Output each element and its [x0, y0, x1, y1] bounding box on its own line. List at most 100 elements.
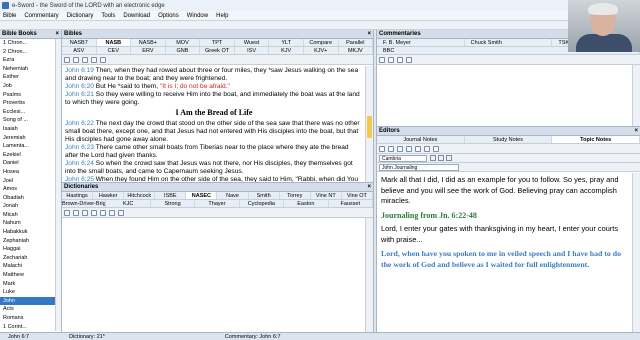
book-item[interactable]: Ezekiel	[0, 151, 61, 160]
bible-tab[interactable]: ISV	[235, 47, 270, 54]
book-item[interactable]: Haggai	[0, 245, 61, 254]
book-item[interactable]: Nehemiah	[0, 65, 61, 74]
book-item[interactable]: Jonah	[0, 202, 61, 211]
book-item[interactable]: Esther	[0, 73, 61, 82]
menu-options[interactable]: Options	[158, 13, 179, 19]
scroll-thumb[interactable]	[367, 116, 372, 138]
dictionary-tab[interactable]: Smith	[249, 192, 280, 199]
bible-text-view[interactable]: John 6:19 Then, when they had rowed abou…	[62, 66, 366, 182]
print-icon[interactable]	[73, 209, 79, 216]
undo-icon[interactable]	[406, 145, 412, 152]
dictionary-tab[interactable]: Hitchcock	[124, 192, 156, 199]
dictionary-tab[interactable]: Strong	[151, 200, 196, 207]
book-item[interactable]: 1 Chron...	[0, 39, 61, 48]
bible-tab[interactable]: NASB	[96, 39, 132, 46]
dictionary-tab[interactable]: Easton	[284, 200, 329, 207]
highlight-icon[interactable]	[82, 56, 88, 63]
book-item[interactable]: Proverbs	[0, 99, 61, 108]
dictionary-tab[interactable]: Fausset	[329, 200, 373, 207]
book-item[interactable]: Lamenta...	[0, 142, 61, 151]
bible-tab[interactable]: YLT	[269, 39, 304, 46]
book-item[interactable]: Acts	[0, 305, 61, 314]
paste-icon[interactable]	[397, 145, 403, 152]
verse[interactable]: John 6:20 But He *said to them, "It is I…	[65, 83, 363, 91]
bible-tab[interactable]: Parallel	[339, 39, 374, 46]
bible-tab[interactable]: MKJV	[339, 47, 374, 54]
dictionary-tab[interactable]: KJC	[106, 200, 151, 207]
italic-icon[interactable]	[100, 209, 106, 216]
dictionary-tab[interactable]: Vine NT	[311, 192, 342, 199]
cut-icon[interactable]	[388, 145, 394, 152]
topic-combo[interactable]: John Journaling	[379, 163, 459, 171]
book-item[interactable]: 2 Chron...	[0, 48, 61, 57]
verse-ref[interactable]: John 6:20	[65, 83, 96, 90]
bible-tab[interactable]: Compare	[304, 39, 339, 46]
book-item[interactable]: Job	[0, 82, 61, 91]
book-item[interactable]: Daniel	[0, 159, 61, 168]
copy-icon[interactable]	[64, 209, 70, 216]
italic-icon[interactable]	[438, 155, 444, 161]
menu-commentary[interactable]: Commentary	[24, 13, 58, 19]
menu-dictionary[interactable]: Dictionary	[67, 13, 94, 19]
book-item[interactable]: Mark	[0, 280, 61, 289]
book-item[interactable]: Hosea	[0, 168, 61, 177]
commentary-tab[interactable]: Chuck Smith	[465, 39, 553, 46]
verse[interactable]: John 6:19 Then, when they had rowed abou…	[65, 67, 363, 83]
menu-download[interactable]: Download	[123, 13, 150, 19]
font-icon[interactable]	[82, 209, 88, 216]
dictionary-tab[interactable]: Hawker	[93, 192, 125, 199]
bible-tab[interactable]: TPT	[200, 39, 235, 46]
font-icon[interactable]	[397, 56, 403, 63]
commentary-tab[interactable]: F. B. Meyer	[377, 39, 465, 46]
underline-icon[interactable]	[109, 209, 115, 216]
menu-window[interactable]: Window	[187, 13, 208, 19]
search-icon[interactable]	[100, 56, 106, 63]
book-item[interactable]: Ezra	[0, 56, 61, 65]
font-icon[interactable]	[91, 56, 97, 63]
verse[interactable]: John 6:24 So when the crowd saw that Jes…	[65, 160, 363, 176]
book-item[interactable]: 1 Corint...	[0, 323, 61, 332]
book-item[interactable]: Zechariah	[0, 254, 61, 263]
book-item[interactable]: Matthew	[0, 271, 61, 280]
underline-icon[interactable]	[446, 155, 452, 161]
verse-ref[interactable]: John 6:23	[65, 144, 96, 151]
bible-tab[interactable]: Wuest	[235, 39, 270, 46]
bible-tab[interactable]: CEV	[97, 47, 132, 54]
dictionary-tab[interactable]: Brown-Driver-Briggs	[62, 200, 107, 207]
dictionary-tab[interactable]: Thayer	[195, 200, 240, 207]
bible-tab[interactable]: KJV	[269, 47, 304, 54]
print-icon[interactable]	[424, 145, 430, 152]
copy-icon[interactable]	[379, 145, 385, 152]
bible-tab[interactable]: KJV+	[304, 47, 339, 54]
editor-tab[interactable]: Journal Notes	[377, 136, 465, 143]
book-item[interactable]: Amos	[0, 185, 61, 194]
book-item[interactable]: Song of ...	[0, 116, 61, 125]
redo-icon[interactable]	[415, 145, 421, 152]
comm-scrollbar[interactable]	[632, 65, 640, 126]
editor-tab[interactable]: Study Notes	[465, 136, 553, 143]
bold-icon[interactable]	[430, 155, 436, 161]
search-icon[interactable]	[406, 56, 412, 63]
book-item[interactable]: Nahum	[0, 219, 61, 228]
editor-tab[interactable]: Topic Notes	[552, 136, 640, 143]
book-item[interactable]: Isaiah	[0, 125, 61, 134]
dictionary-tab[interactable]: NASEC	[186, 192, 218, 199]
close-icon[interactable]: ×	[367, 184, 371, 190]
bible-tab[interactable]: ERV	[131, 47, 166, 54]
book-item[interactable]: Obadiah	[0, 194, 61, 203]
dictionary-tab[interactable]: Torrey	[280, 192, 311, 199]
copy-icon[interactable]	[64, 56, 70, 63]
book-item[interactable]: Habakkuk	[0, 228, 61, 237]
verse[interactable]: John 6:23 There came other small boats f…	[65, 144, 363, 160]
menu-tools[interactable]: Tools	[101, 13, 115, 19]
spellcheck-icon[interactable]	[433, 145, 439, 152]
verse[interactable]: John 6:21 So they were willing to receiv…	[65, 91, 363, 107]
book-item[interactable]: Romans	[0, 314, 61, 323]
book-item[interactable]: Joel	[0, 177, 61, 186]
verse-ref[interactable]: John 6:22	[65, 120, 96, 127]
books-scrollbar[interactable]	[55, 39, 61, 331]
book-item[interactable]: John	[0, 296, 61, 306]
verse-ref[interactable]: John 6:19	[65, 67, 96, 74]
dict-scrollbar[interactable]	[365, 218, 373, 332]
dictionary-tab[interactable]: Vine OT	[342, 192, 373, 199]
